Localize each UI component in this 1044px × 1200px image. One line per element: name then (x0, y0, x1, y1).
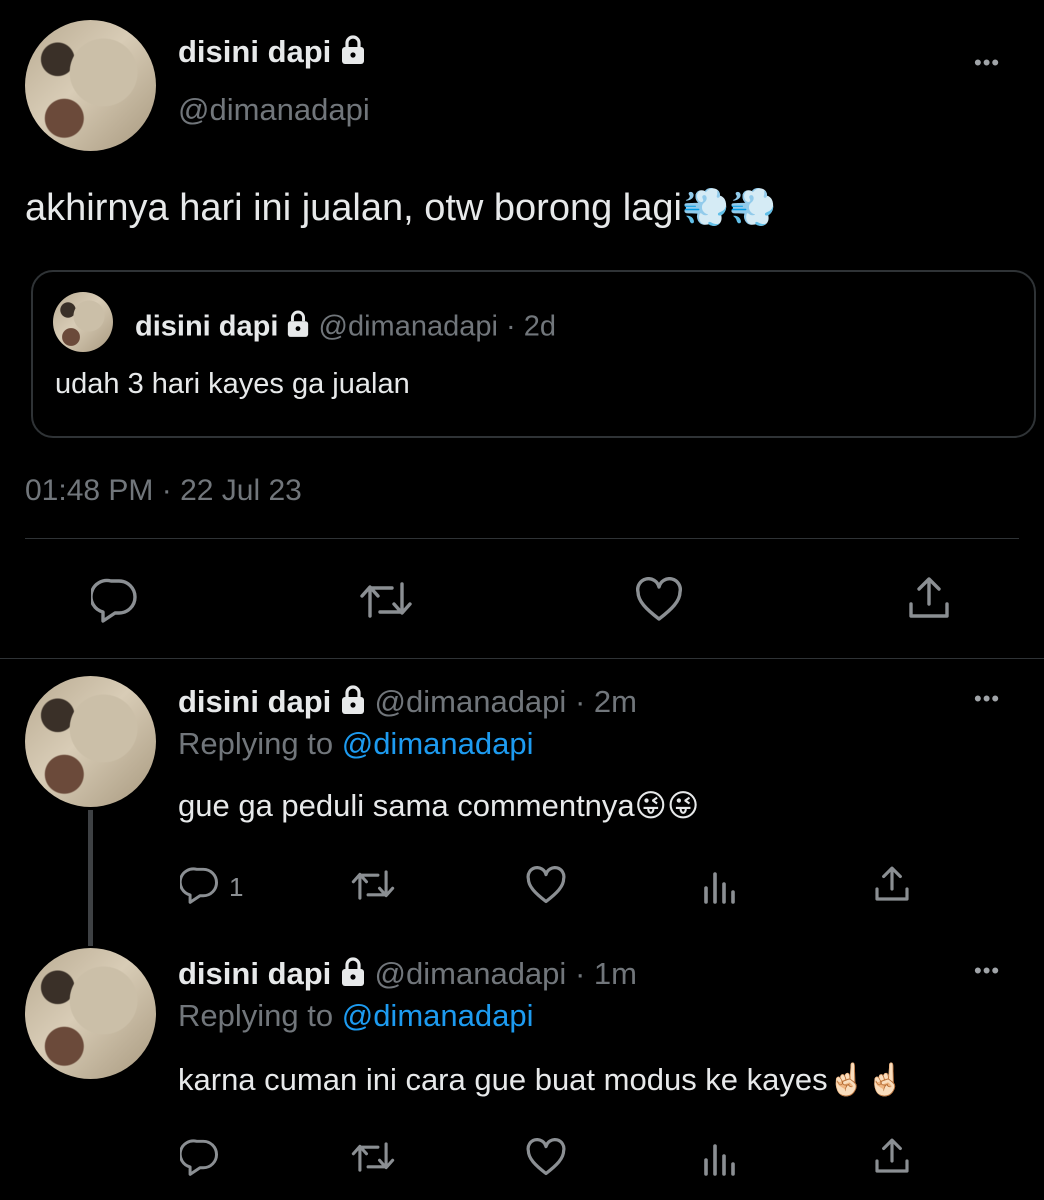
quoted-text: udah 3 hari kayes ga jualan (55, 368, 410, 400)
lock-icon (340, 35, 366, 73)
avatar[interactable] (25, 20, 156, 151)
reply-display-name: disini dapi (178, 684, 332, 719)
reply-time: · 2m (574, 684, 637, 719)
reply-text: gue ga peduli sama commentnya😜😜 (178, 788, 700, 823)
reply-icon[interactable] (180, 866, 220, 904)
more-icon[interactable]: ••• (974, 688, 1000, 710)
tweet-text: akhirnya hari ini jualan, otw borong lag… (25, 187, 777, 229)
lock-icon (340, 685, 366, 723)
replying-to-handle[interactable]: @dimanadapi (342, 726, 534, 761)
quoted-avatar (53, 292, 113, 352)
like-icon[interactable] (525, 1138, 567, 1177)
retweet-icon[interactable] (358, 578, 414, 622)
reply-count: 1 (229, 872, 244, 902)
like-icon[interactable] (634, 577, 684, 623)
replying-to-label: Replying to (178, 998, 334, 1033)
quoted-time: · 2d (505, 310, 556, 343)
thread-line (88, 810, 93, 946)
lock-icon (286, 310, 310, 346)
reply-avatar[interactable] (25, 676, 156, 807)
display-name: disini dapi (178, 34, 332, 69)
more-icon[interactable]: ••• (974, 52, 1000, 74)
replying-to: Replying to @dimanadapi (178, 726, 533, 762)
quoted-header: disini dapi @dimanadapi · 2d (135, 310, 556, 346)
reply-handle: @dimanadapi (374, 956, 567, 991)
reply-header[interactable]: disini dapi @dimanadapi · 2m (178, 684, 637, 723)
replying-to: Replying to @dimanadapi (178, 998, 533, 1034)
quoted-handle: @dimanadapi (318, 310, 498, 343)
retweet-icon[interactable] (350, 867, 396, 903)
views-icon[interactable] (702, 868, 738, 904)
replying-to-label: Replying to (178, 726, 334, 761)
like-icon[interactable] (525, 866, 567, 905)
reply-handle: @dimanadapi (374, 684, 567, 719)
author-name[interactable]: disini dapi (178, 34, 366, 73)
views-icon[interactable] (702, 1140, 738, 1176)
reply-time: · 1m (574, 956, 637, 991)
share-icon[interactable] (905, 574, 953, 622)
author-handle[interactable]: @dimanadapi (178, 92, 370, 128)
divider (25, 538, 1019, 539)
more-icon[interactable]: ••• (974, 960, 1000, 982)
reply-avatar[interactable] (25, 948, 156, 1079)
reply-icon[interactable] (91, 577, 139, 623)
share-icon[interactable] (872, 1136, 912, 1176)
replying-to-handle[interactable]: @dimanadapi (342, 998, 534, 1033)
tweet-timestamp[interactable]: 01:48 PM · 22 Jul 23 (25, 474, 302, 508)
retweet-icon[interactable] (350, 1139, 396, 1175)
quoted-tweet[interactable]: disini dapi @dimanadapi · 2d udah 3 hari… (31, 270, 1036, 438)
reply-display-name: disini dapi (178, 956, 332, 991)
share-icon[interactable] (872, 864, 912, 904)
reply-icon[interactable] (180, 1138, 220, 1176)
divider (0, 658, 1044, 659)
quoted-display-name: disini dapi (135, 310, 279, 343)
reply-header[interactable]: disini dapi @dimanadapi · 1m (178, 956, 637, 995)
lock-icon (340, 957, 366, 995)
reply-text: karna cuman ini cara gue buat modus ke k… (178, 1062, 905, 1097)
